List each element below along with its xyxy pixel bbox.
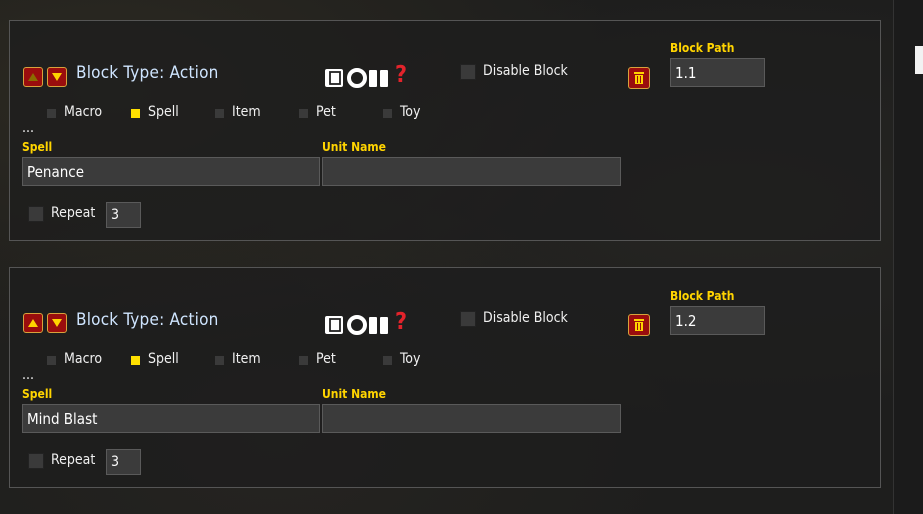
disable-block-checkbox[interactable] bbox=[460, 311, 476, 327]
repeat-checkbox[interactable] bbox=[28, 453, 44, 469]
more-ellipsis: ... bbox=[22, 367, 34, 383]
type-radio-spell[interactable] bbox=[131, 109, 140, 118]
disable-block-label: Disable Block bbox=[483, 63, 568, 79]
block-type-title: Block Type: Action bbox=[76, 63, 219, 83]
block-type-title: Block Type: Action bbox=[76, 310, 219, 330]
spell-field-label: Spell bbox=[22, 140, 53, 154]
repeat-count-input[interactable]: 3 bbox=[106, 449, 141, 475]
type-label-item: Item bbox=[232, 104, 261, 120]
disable-block-checkbox[interactable] bbox=[460, 64, 476, 80]
unit-name-input[interactable] bbox=[322, 404, 621, 433]
type-label-pet: Pet bbox=[316, 104, 336, 120]
unit-name-label: Unit Name bbox=[322, 140, 386, 154]
pause-icon[interactable] bbox=[369, 70, 388, 87]
type-radio-spell[interactable] bbox=[131, 356, 140, 365]
trash-icon bbox=[634, 72, 644, 84]
delete-block-button[interactable] bbox=[628, 314, 650, 336]
action-block-2: Block Type: Action ? Disable Block Block bbox=[9, 267, 881, 488]
repeat-label: Repeat bbox=[51, 205, 96, 221]
question-mark-icon[interactable]: ? bbox=[395, 62, 407, 88]
type-radio-toy[interactable] bbox=[383, 356, 392, 365]
type-label-toy: Toy bbox=[400, 351, 421, 367]
type-label-item: Item bbox=[232, 351, 261, 367]
question-mark-icon[interactable]: ? bbox=[395, 309, 407, 335]
type-radio-item[interactable] bbox=[215, 109, 224, 118]
disable-block-label: Disable Block bbox=[483, 310, 568, 326]
move-up-button[interactable] bbox=[23, 67, 43, 87]
arrow-down-icon bbox=[52, 319, 62, 327]
type-label-spell: Spell bbox=[148, 351, 179, 367]
delete-block-button[interactable] bbox=[628, 67, 650, 89]
repeat-label: Repeat bbox=[51, 452, 96, 468]
action-block-1: Block Type: Action ? Disable Block Block bbox=[9, 20, 881, 241]
type-radio-pet[interactable] bbox=[299, 356, 308, 365]
type-radio-toy[interactable] bbox=[383, 109, 392, 118]
block-path-input[interactable]: 1.2 bbox=[670, 306, 765, 335]
type-radio-macro[interactable] bbox=[47, 109, 56, 118]
type-radio-item[interactable] bbox=[215, 356, 224, 365]
arrow-up-icon bbox=[28, 319, 38, 327]
type-label-spell: Spell bbox=[148, 104, 179, 120]
spell-input[interactable]: Penance bbox=[22, 157, 320, 186]
move-down-button[interactable] bbox=[47, 313, 67, 333]
unit-name-label: Unit Name bbox=[322, 387, 386, 401]
type-radio-pet[interactable] bbox=[299, 109, 308, 118]
type-label-pet: Pet bbox=[316, 351, 336, 367]
move-up-button[interactable] bbox=[23, 313, 43, 333]
type-label-toy: Toy bbox=[400, 104, 421, 120]
repeat-count-input[interactable]: 3 bbox=[106, 202, 141, 228]
block-path-label: Block Path bbox=[670, 41, 735, 55]
page-icon[interactable] bbox=[325, 316, 343, 334]
trash-icon bbox=[634, 319, 644, 331]
scrollbar-thumb[interactable] bbox=[915, 46, 923, 74]
unit-name-input[interactable] bbox=[322, 157, 621, 186]
move-down-button[interactable] bbox=[47, 67, 67, 87]
ring-icon[interactable] bbox=[347, 315, 367, 335]
type-label-macro: Macro bbox=[64, 104, 103, 120]
block-path-input[interactable]: 1.1 bbox=[670, 58, 765, 87]
arrow-up-icon bbox=[28, 73, 38, 81]
arrow-down-icon bbox=[52, 73, 62, 81]
scrollbar[interactable] bbox=[893, 0, 923, 514]
pause-icon[interactable] bbox=[369, 317, 388, 334]
page-icon[interactable] bbox=[325, 69, 343, 87]
type-label-macro: Macro bbox=[64, 351, 103, 367]
ring-icon[interactable] bbox=[347, 68, 367, 88]
spell-input[interactable]: Mind Blast bbox=[22, 404, 320, 433]
type-radio-macro[interactable] bbox=[47, 356, 56, 365]
repeat-checkbox[interactable] bbox=[28, 206, 44, 222]
block-path-label: Block Path bbox=[670, 289, 735, 303]
more-ellipsis: ... bbox=[22, 120, 34, 136]
spell-field-label: Spell bbox=[22, 387, 53, 401]
